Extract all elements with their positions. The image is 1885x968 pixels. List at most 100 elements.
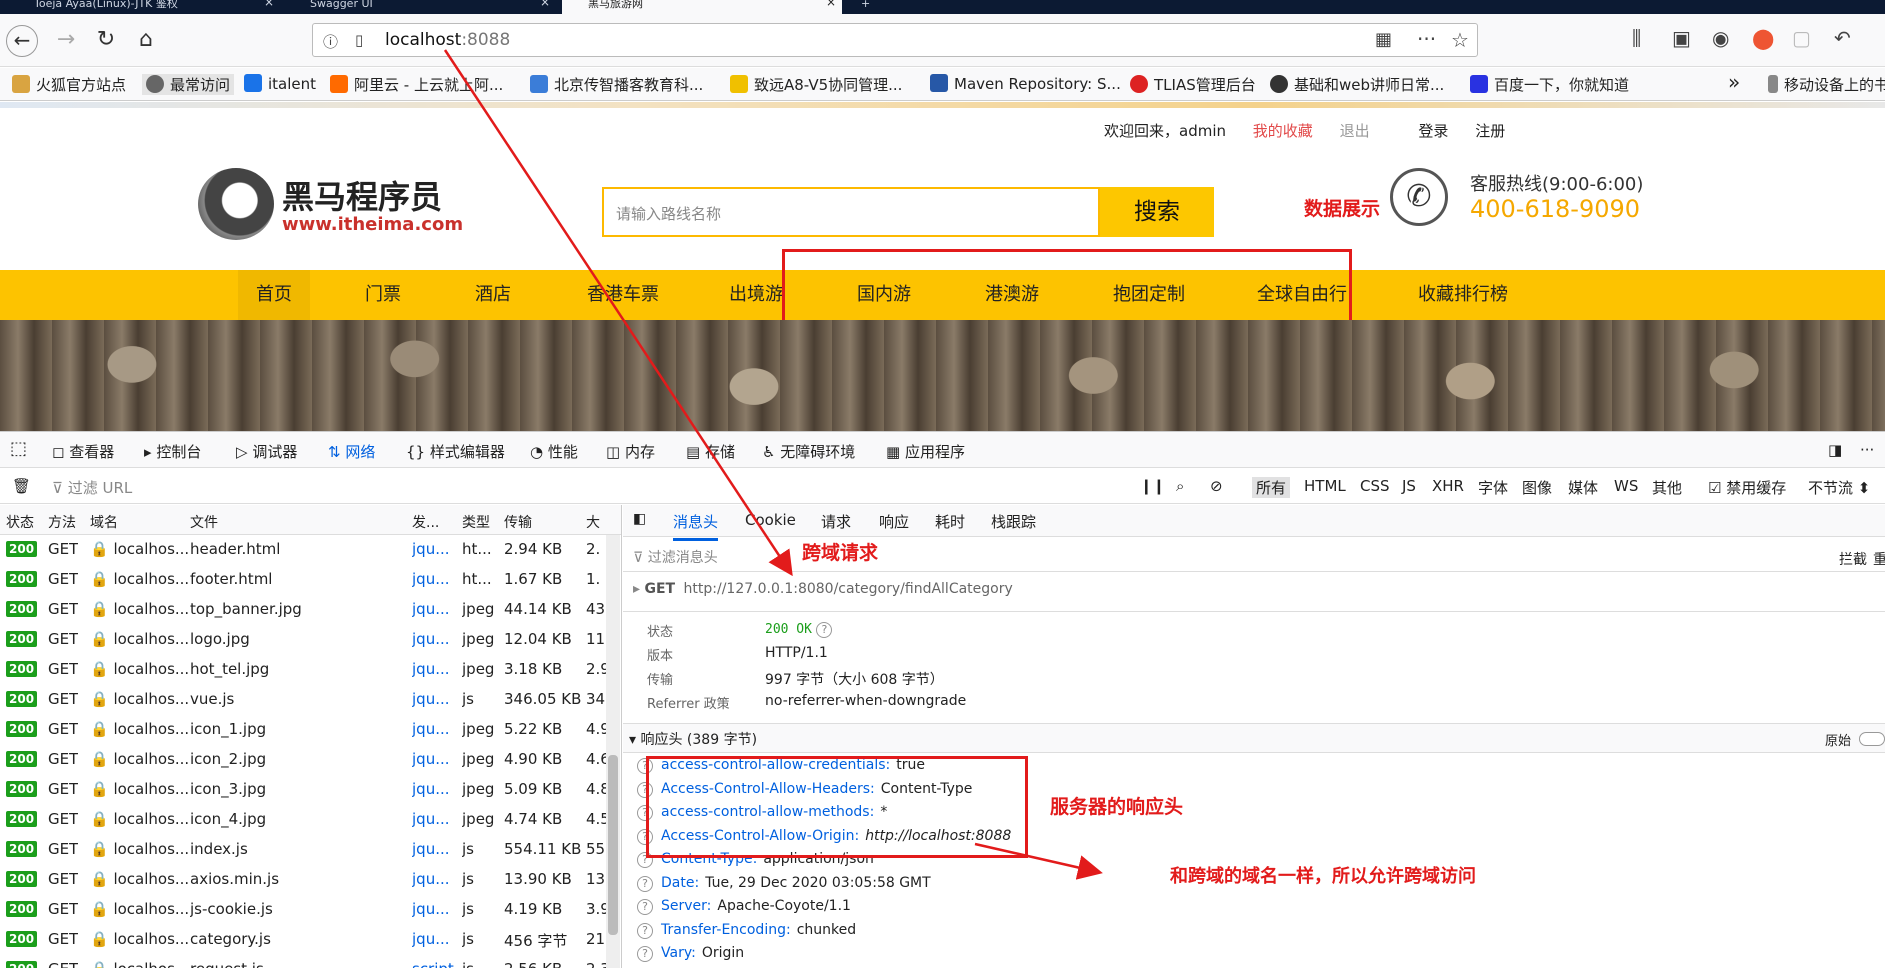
request-line[interactable]: ▸ GET http://127.0.0.1:8080/category/fin…	[633, 581, 1013, 597]
response-header-row[interactable]: ? Date: Tue, 29 Dec 2020 03:05:58 GMT	[637, 875, 931, 892]
route-search-input[interactable]: 请输入路线名称	[602, 187, 1100, 237]
details-tab[interactable]: 请求	[821, 511, 851, 532]
resend-button[interactable]: 重	[1873, 549, 1885, 569]
scrollbar[interactable]	[606, 535, 620, 968]
table-row[interactable]: 200 GET 🔒 localhos... footer.html jqu... ht..…	[0, 565, 610, 595]
qr-code-icon[interactable]: ▦	[1375, 29, 1392, 50]
register-link[interactable]: 注册	[1475, 122, 1505, 140]
url-text[interactable]: localhost:8088	[385, 30, 510, 50]
bookmark-item[interactable]: 火狐官方站点	[12, 74, 126, 95]
element-picker-icon[interactable]: ⬚	[10, 438, 27, 459]
my-favorites-link[interactable]: 我的收藏	[1253, 122, 1313, 140]
site-info-icon[interactable]: ⓘ	[323, 31, 338, 52]
devtools-tab[interactable]: ◫ 内存	[606, 441, 655, 462]
disable-cache-checkbox[interactable]: ☑ 禁用缓存	[1708, 477, 1786, 498]
table-row[interactable]: 200 GET 🔒 localhos... axios.min.js jqu... js 1…	[0, 865, 610, 895]
help-icon[interactable]: ?	[637, 899, 653, 915]
devtools-tab[interactable]: ◻ 查看器	[52, 441, 114, 462]
type-filter-button[interactable]: 所有	[1252, 477, 1291, 498]
url-bar[interactable]: ⓘ ▯ localhost:8088 ▦ ··· ☆	[312, 23, 1478, 57]
location-icon[interactable]: ⬤	[1752, 26, 1774, 50]
bookmark-item[interactable]: 百度一下，你就知道	[1470, 74, 1629, 95]
details-tab-headers[interactable]: 消息头	[673, 511, 719, 541]
type-filter-button[interactable]: 字体	[1478, 477, 1508, 498]
bookmark-item[interactable]: TLIAS管理后台	[1130, 74, 1256, 95]
type-filter-button[interactable]: 其他	[1652, 477, 1682, 498]
reload-icon[interactable]: ↻	[90, 25, 122, 57]
toggle-sidebar-icon[interactable]: ◧	[633, 511, 646, 527]
bookmark-item[interactable]: italent	[244, 74, 316, 93]
table-row[interactable]: 200 GET 🔒 localhos... logo.jpg jqu... jpeg 12.…	[0, 625, 610, 655]
details-tab[interactable]: 栈跟踪	[991, 511, 1036, 532]
response-header-row[interactable]: ? Transfer-Encoding: chunked	[637, 922, 856, 939]
table-row[interactable]: 200 GET 🔒 localhos... header.html jqu... ht..…	[0, 535, 610, 565]
dock-icon[interactable]: ◨	[1828, 441, 1842, 459]
type-filter-button[interactable]: JS	[1402, 477, 1416, 495]
devtools-tab[interactable]: ♿ 无障碍环境	[762, 441, 855, 462]
help-icon[interactable]: ?	[637, 922, 653, 939]
details-tab[interactable]: Cookie	[745, 511, 796, 529]
logout-link[interactable]: 退出	[1340, 122, 1370, 140]
bookmark-item[interactable]: Maven Repository: S...	[930, 74, 1121, 93]
column-header[interactable]: 传输	[504, 512, 532, 532]
response-header-row[interactable]: ? Server: Apache-Coyote/1.1	[637, 898, 851, 915]
column-header[interactable]: 状态	[6, 512, 34, 532]
column-header[interactable]: 类型	[462, 512, 490, 532]
browser-tab[interactable]: Swagger UI ×	[284, 0, 556, 14]
scrollbar-thumb[interactable]	[608, 755, 618, 935]
table-row[interactable]: 200 GET 🔒 localhos...request.js script js 2.5…	[0, 955, 610, 968]
table-row[interactable]: 200 GET 🔒 localhos... icon_2.jpg jqu... jpeg 4…	[0, 745, 610, 775]
type-filter-button[interactable]: XHR	[1432, 477, 1464, 495]
column-header[interactable]: 域名	[90, 512, 118, 532]
table-row[interactable]: 200 GET 🔒 localhos... category.js jqu... js 45…	[0, 925, 610, 955]
pause-icon[interactable]: ❙❙	[1140, 477, 1165, 495]
type-filter-button[interactable]: WS	[1614, 477, 1638, 495]
table-row[interactable]: 200 GET 🔒 localhos... vue.js jqu... js 346.05 …	[0, 685, 610, 715]
home-icon[interactable]: ⌂	[130, 25, 162, 57]
help-icon[interactable]: ?	[637, 946, 653, 962]
back-icon[interactable]: ←	[6, 25, 38, 57]
response-headers-section[interactable]: ▾ 响应头 (389 字节) 原始	[623, 723, 1885, 753]
menu-item[interactable]: 酒店	[457, 270, 529, 320]
menu-item[interactable]: 门票	[347, 270, 419, 320]
table-row[interactable]: 200 GET 🔒 localhos... index.js jqu... js 554.1…	[0, 835, 610, 865]
library-icon[interactable]: ⫼	[1632, 26, 1641, 50]
close-icon[interactable]: ×	[540, 0, 550, 8]
devtools-tab[interactable]: ◔ 性能	[530, 441, 578, 462]
filter-url-input[interactable]: ⊽ 过滤 URL	[52, 477, 132, 498]
type-filter-button[interactable]: 图像	[1522, 477, 1552, 498]
sidebar-icon[interactable]: ▣	[1672, 26, 1691, 50]
table-row[interactable]: 200 GET 🔒 localhos... hot_tel.jpg jqu... jpeg…	[0, 655, 610, 685]
devtools-tab[interactable]: {} 样式编辑器	[406, 441, 505, 462]
undo-icon[interactable]: ↶	[1834, 26, 1851, 50]
more-icon[interactable]: ···	[1417, 27, 1436, 51]
raw-toggle[interactable]	[1859, 732, 1885, 746]
close-icon[interactable]: ×	[826, 0, 836, 8]
menu-item[interactable]: 首页	[238, 270, 310, 320]
response-header-row[interactable]: ? Vary: Origin	[637, 945, 744, 962]
bookmark-item[interactable]: 移动设备上的书签	[1768, 74, 1885, 95]
extension-icon[interactable]: ▢	[1792, 26, 1811, 50]
block-icon[interactable]: ⊘	[1210, 477, 1223, 495]
account-icon[interactable]: ◉	[1712, 26, 1729, 50]
throttle-select[interactable]: 不节流 ⬍	[1808, 477, 1870, 498]
filter-headers-input[interactable]: ⊽ 过滤消息头	[633, 547, 718, 567]
bookmark-item[interactable]: 基础和web讲师日常...	[1270, 74, 1444, 95]
site-logo[interactable]: 黑马程序员 www.itheima.com	[198, 168, 478, 242]
column-header[interactable]: 文件	[190, 512, 218, 532]
block-button[interactable]: 拦截	[1839, 549, 1867, 569]
devtools-tab[interactable]: ▦ 应用程序	[886, 441, 965, 462]
menu-item[interactable]: 香港车票	[580, 270, 666, 320]
bookmark-item[interactable]: 北京传智播客教育科...	[530, 74, 703, 95]
new-tab-button[interactable]: +	[855, 0, 885, 14]
menu-item[interactable]: 收藏排行榜	[1408, 270, 1518, 320]
forward-icon[interactable]: →	[50, 25, 82, 57]
browser-tab[interactable]: Toeja Ayaa(Linux)-JTK 鉴权 ×	[8, 0, 280, 14]
table-row[interactable]: 200 GET 🔒 localhos... icon_4.jpg jqu... jpeg 4…	[0, 805, 610, 835]
type-filter-button[interactable]: HTML	[1304, 477, 1346, 495]
devtools-tab[interactable]: ▤ 存储	[686, 441, 735, 462]
details-tab[interactable]: 耗时	[935, 511, 965, 532]
table-row[interactable]: 200 GET 🔒 localhos... top_banner.jpg jqu... j…	[0, 595, 610, 625]
bookmark-item[interactable]: 致远A8-V5协同管理...	[730, 74, 902, 95]
bookmark-item[interactable]: 最常访问	[142, 74, 235, 95]
